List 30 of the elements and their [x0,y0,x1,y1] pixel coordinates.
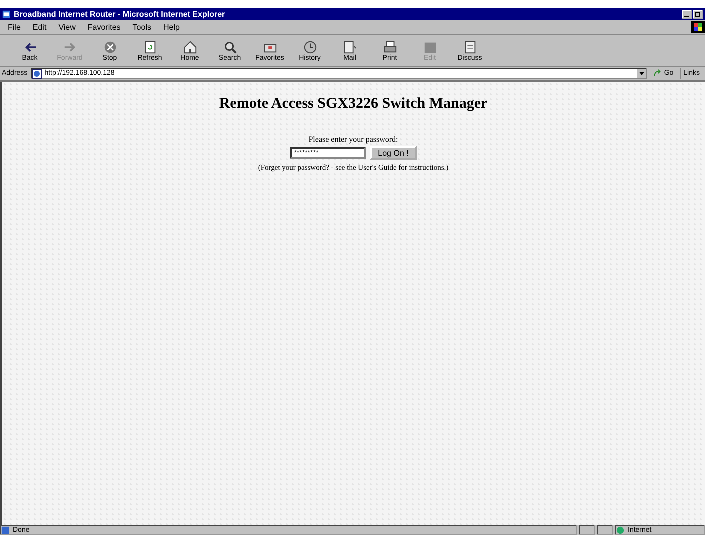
page-icon [1,526,10,534]
curved-arrow-icon [653,69,662,78]
status-panel [579,525,595,535]
dropdown-button[interactable] [637,69,646,78]
search-icon [222,40,238,54]
caret-icon [638,70,645,76]
browser-icon [2,10,11,18]
printer-icon [382,40,398,54]
page-heading: Remote Access SGX3226 Switch Manager [219,96,488,113]
globe-icon [616,526,625,534]
stop-icon [102,40,118,54]
restore-icon [694,10,702,18]
menu-item[interactable]: Edit [32,22,47,32]
home-icon [182,40,198,54]
restore-button[interactable] [693,10,703,18]
password-prompt: Please enter your password: [308,135,398,144]
clock-icon [302,40,318,54]
page-icon [32,68,42,78]
document-icon [462,40,478,54]
menu-item[interactable]: Help [163,22,180,32]
menu-item[interactable]: File [8,22,21,32]
mail-icon [342,40,358,54]
status-panel [597,525,613,535]
menu-item[interactable]: Favorites [88,22,121,32]
menu-item[interactable]: View [58,22,76,32]
menu-item[interactable]: Tools [132,22,152,32]
refresh-icon [142,40,158,54]
window-title: Broadband Internet Router - Microsoft Internet Explorer [14,10,226,18]
log-on-button[interactable]: Log On ! [370,146,417,160]
minimize-button[interactable] [682,10,692,18]
